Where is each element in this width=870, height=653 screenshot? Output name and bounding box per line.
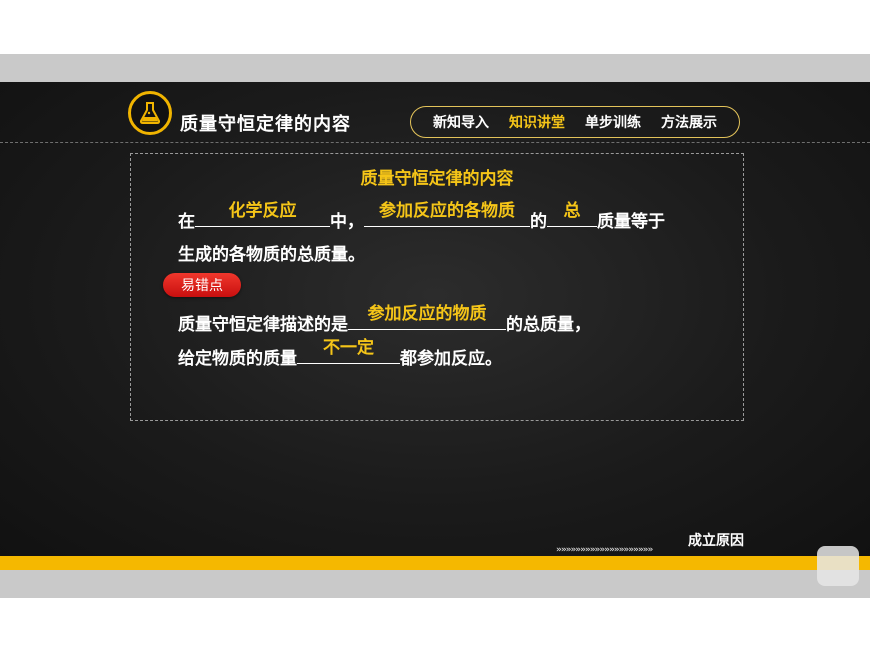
header-divider [0, 142, 870, 143]
top-gray-bar [0, 54, 870, 82]
mistake-text: 给定物质的质量 [178, 349, 297, 369]
definition-text: 在 [178, 212, 195, 232]
answer-blank: 参加反应的物质 [348, 304, 506, 330]
answer-blank: 不一定 [297, 338, 400, 364]
answer-text: 不一定 [323, 338, 374, 358]
panel-title: 质量守恒定律的内容 [360, 169, 514, 189]
mistake-text: 质量守恒定律描述的是 [178, 315, 348, 335]
bottom-gray-bar [0, 570, 870, 598]
top-nav: 新知导入 知识讲堂 单步训练 方法展示 [410, 106, 740, 138]
definition-line-2: 生成的各物质的总质量。 [178, 245, 365, 265]
chevron-strip: »»»»»»»»»»»»»»»»»»»» [556, 545, 653, 555]
answer-text: 总 [563, 201, 581, 221]
reason-link[interactable]: 成立原因 [688, 530, 744, 550]
answer-text: 参加反应的各物质 [379, 201, 515, 221]
nav-item-intro[interactable]: 新知导入 [433, 112, 489, 132]
page-title: 质量守恒定律的内容 [180, 114, 351, 135]
mistake-badge: 易错点 [163, 273, 241, 297]
mistake-text: 的总质量， [506, 315, 591, 335]
yellow-accent-bar [0, 556, 870, 570]
flask-icon [128, 91, 172, 135]
definition-text: 质量等于 [597, 212, 665, 232]
answer-blank: 化学反应 [195, 201, 330, 227]
mistake-text: 都参加反应。 [400, 349, 502, 369]
answer-blank: 总 [547, 201, 597, 227]
floating-button[interactable] [817, 546, 859, 586]
answer-blank: 参加反应的各物质 [364, 201, 530, 227]
mistake-line-2: 给定物质的质量 不一定都参加反应。 [178, 338, 502, 369]
answer-text: 参加反应的物质 [367, 304, 487, 324]
nav-item-methods[interactable]: 方法展示 [661, 112, 717, 132]
mistake-line-1: 质量守恒定律描述的是 参加反应的物质 的总质量， [178, 304, 591, 335]
definition-line-1: 在 化学反应中， 参加反应的各物质的总质量等于 [178, 201, 665, 232]
nav-item-training[interactable]: 单步训练 [585, 112, 641, 132]
nav-item-lecture[interactable]: 知识讲堂 [509, 112, 565, 132]
definition-text: 的 [530, 212, 547, 232]
answer-text: 化学反应 [228, 201, 297, 221]
definition-text: 中， [330, 212, 364, 232]
